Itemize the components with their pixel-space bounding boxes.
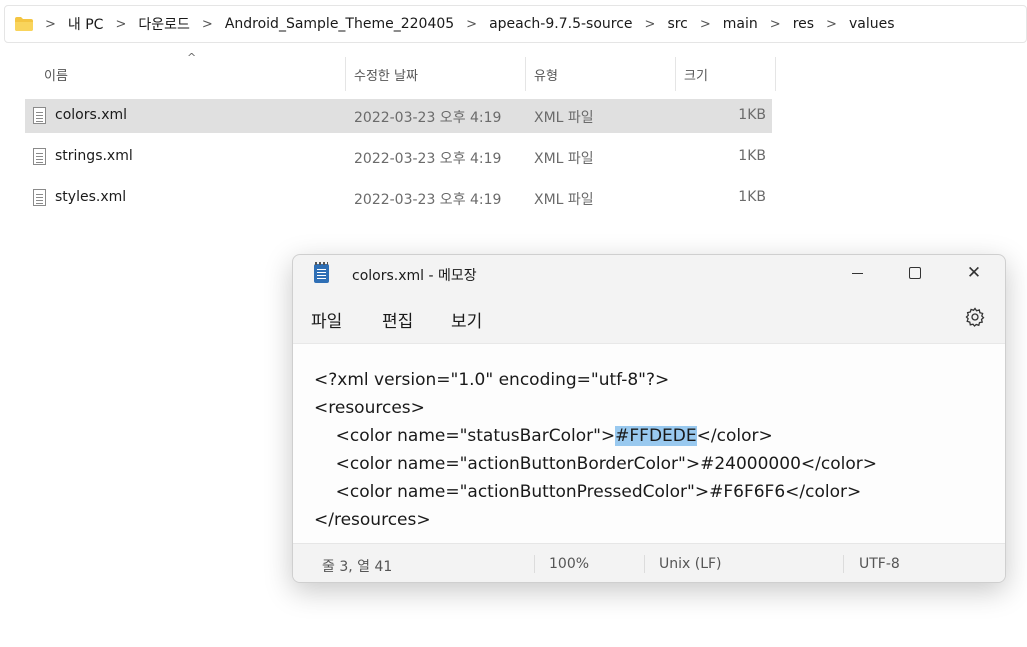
status-bar: 줄 3, 열 41 100% Unix (LF) UTF-8: [293, 543, 1005, 582]
breadcrumb-label[interactable]: src: [667, 16, 687, 32]
file-type: XML 파일: [534, 192, 594, 208]
zoom-level: 100%: [549, 556, 590, 572]
window-title: colors.xml - 메모장: [352, 268, 477, 284]
xml-file-icon: [33, 148, 46, 165]
breadcrumb-item[interactable]: > apeach-9.7.5-source: [466, 16, 644, 32]
breadcrumb-item[interactable]: > 다운로드: [115, 14, 201, 34]
close-button[interactable]: ✕: [947, 255, 1001, 291]
maximize-button[interactable]: [888, 255, 942, 291]
menu-bar: 파일 편집 보기: [293, 293, 1005, 343]
breadcrumb-item[interactable]: > 내 PC: [45, 14, 115, 34]
editor-line: <color name="actionButtonPressedColor">#…: [314, 482, 862, 502]
chevron-right-icon: >: [644, 16, 656, 32]
cursor-position: 줄 3, 열 41: [322, 559, 393, 575]
breadcrumb-label[interactable]: res: [793, 16, 814, 32]
file-size: 1KB: [738, 107, 766, 123]
editor-line: <resources>: [314, 398, 425, 418]
file-row-styles[interactable]: styles.xml 2022-03-23 오후 4:19 XML 파일 1KB: [25, 181, 772, 215]
file-date: 2022-03-23 오후 4:19: [354, 110, 502, 126]
file-size: 1KB: [738, 148, 766, 164]
column-label: 크기: [684, 68, 708, 84]
menu-file[interactable]: 파일: [311, 307, 342, 332]
column-header-type[interactable]: 유형: [526, 57, 676, 91]
editor-line: <?xml version="1.0" encoding="utf-8"?>: [314, 370, 670, 390]
column-label: 수정한 날짜: [354, 68, 418, 84]
chevron-right-icon: >: [466, 16, 478, 32]
address-bar[interactable]: > 내 PC > 다운로드 > Android_Sample_Theme_220405…: [4, 5, 1027, 43]
breadcrumb-item[interactable]: > Android_Sample_Theme_220405: [202, 16, 466, 32]
chevron-right-icon: >: [699, 16, 711, 32]
file-list-header: ^ 이름 수정한 날짜 유형 크기: [24, 51, 776, 91]
file-type: XML 파일: [534, 151, 594, 167]
editor-text: </color>: [696, 426, 773, 446]
status-divider: [534, 555, 535, 573]
settings-gear-icon[interactable]: [965, 307, 985, 327]
breadcrumb-label[interactable]: main: [723, 16, 758, 32]
menu-view[interactable]: 보기: [451, 307, 482, 332]
file-row-strings[interactable]: strings.xml 2022-03-23 오후 4:19 XML 파일 1K…: [25, 140, 772, 174]
file-name: styles.xml: [55, 189, 127, 205]
breadcrumb-label[interactable]: values: [849, 16, 895, 32]
editor-line: </resources>: [314, 510, 431, 530]
breadcrumb-label[interactable]: 내 PC: [68, 14, 104, 34]
notepad-icon: [314, 262, 329, 283]
xml-file-icon: [33, 107, 46, 124]
file-name: strings.xml: [55, 148, 133, 164]
breadcrumb-label[interactable]: apeach-9.7.5-source: [489, 16, 632, 32]
menu-edit[interactable]: 편집: [382, 307, 413, 332]
file-name: colors.xml: [55, 107, 128, 123]
column-header-size[interactable]: 크기: [676, 57, 776, 91]
breadcrumb-item[interactable]: > values: [826, 16, 906, 32]
file-type: XML 파일: [534, 110, 594, 126]
minimize-icon: [851, 272, 863, 274]
file-size: 1KB: [738, 189, 766, 205]
minimize-button[interactable]: [830, 255, 884, 291]
breadcrumb-item[interactable]: > main: [700, 16, 770, 32]
status-divider: [644, 555, 645, 573]
column-label: 이름: [44, 68, 68, 84]
file-date: 2022-03-23 오후 4:19: [354, 151, 502, 167]
text-editor[interactable]: <?xml version="1.0" encoding="utf-8"?> <…: [293, 343, 1005, 544]
column-header-name[interactable]: 이름: [24, 57, 346, 91]
status-divider: [843, 555, 844, 573]
column-header-date[interactable]: 수정한 날짜: [346, 57, 526, 91]
breadcrumb-label[interactable]: 다운로드: [138, 14, 190, 34]
notepad-window: colors.xml - 메모장 ✕ 파일 편집 보기 <?xml versio…: [292, 254, 1006, 583]
file-date: 2022-03-23 오후 4:19: [354, 192, 502, 208]
chevron-right-icon: >: [201, 16, 213, 32]
maximize-icon: [909, 267, 921, 279]
editor-line: <color name="actionButtonBorderColor">#2…: [314, 454, 877, 474]
editor-line: <color name="statusBarColor">#FFDEDE</co…: [314, 426, 773, 446]
folder-icon: [15, 17, 33, 31]
selected-text: #FFDEDE: [615, 426, 697, 446]
title-bar[interactable]: colors.xml - 메모장 ✕: [293, 255, 1005, 293]
column-label: 유형: [534, 68, 558, 84]
text-encoding: UTF-8: [859, 556, 900, 572]
line-ending: Unix (LF): [659, 556, 722, 572]
breadcrumb-item[interactable]: > src: [645, 16, 700, 32]
chevron-right-icon: >: [115, 16, 127, 32]
breadcrumb-item[interactable]: > res: [770, 16, 826, 32]
xml-file-icon: [33, 189, 46, 206]
chevron-right-icon: >: [826, 16, 837, 32]
chevron-right-icon: >: [45, 16, 56, 32]
breadcrumb-label[interactable]: Android_Sample_Theme_220405: [225, 16, 454, 32]
file-row-colors[interactable]: colors.xml 2022-03-23 오후 4:19 XML 파일 1KB: [25, 99, 772, 133]
editor-text: <color name="statusBarColor">: [314, 426, 616, 446]
close-icon: ✕: [966, 262, 982, 283]
chevron-right-icon: >: [769, 16, 781, 32]
